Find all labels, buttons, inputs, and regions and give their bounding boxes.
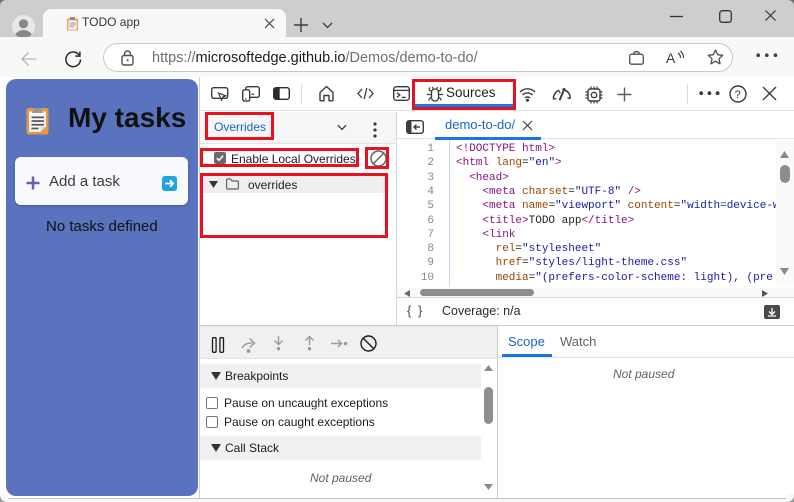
svg-text:A: A (666, 50, 676, 66)
svg-text:?: ? (735, 89, 741, 101)
